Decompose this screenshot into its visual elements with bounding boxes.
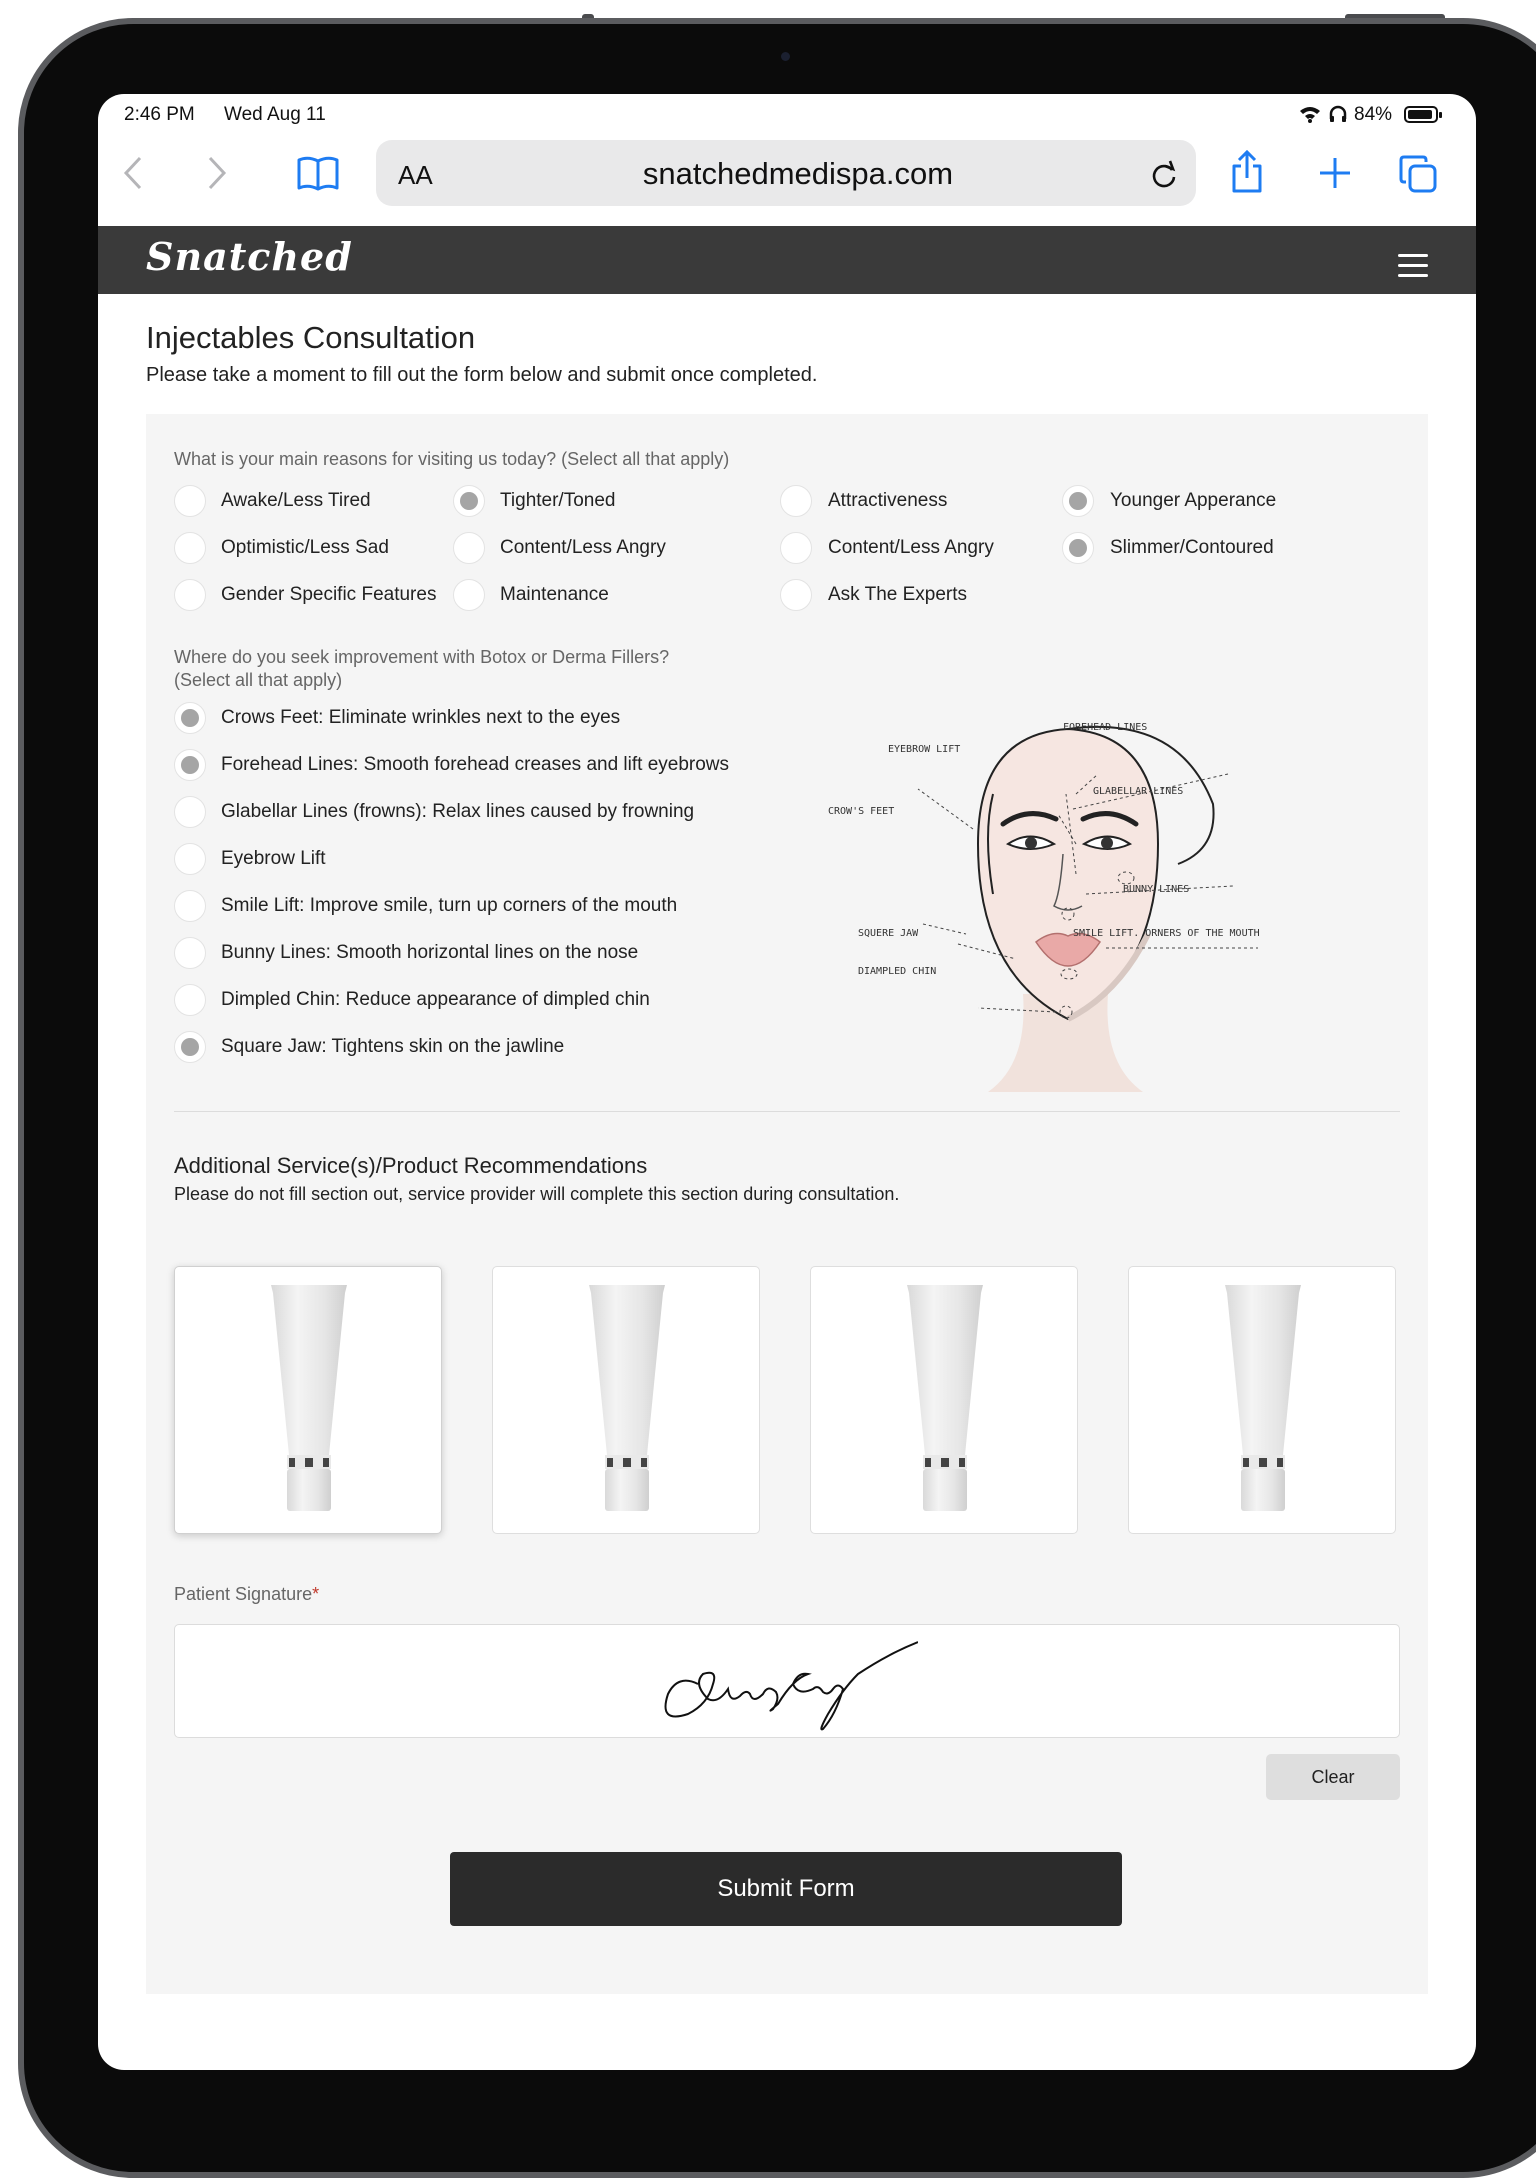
reason-label: Optimistic/Less Sad <box>221 537 389 558</box>
back-icon[interactable] <box>122 154 146 192</box>
url-text[interactable]: snatchedmedispa.com <box>598 156 998 192</box>
headphones-icon <box>1329 105 1347 122</box>
reason-radio[interactable] <box>453 485 485 517</box>
improvement-radio[interactable] <box>174 1031 206 1063</box>
improvement-label: Forehead Lines: Smooth forehead creases … <box>221 754 730 775</box>
text-size-button[interactable]: AA <box>398 160 433 191</box>
submit-form-button[interactable]: Submit Form <box>450 1852 1122 1926</box>
label-dimpled-chin: DIAMPLED CHIN <box>858 966 936 977</box>
reason-label: Maintenance <box>500 584 609 605</box>
improvement-question: Where do you seek improvement with Botox… <box>174 647 670 667</box>
site-logo[interactable]: Snatched <box>146 234 353 279</box>
reason-label: Ask The Experts <box>828 584 968 605</box>
improvement-radio[interactable] <box>174 702 206 734</box>
face-outline <box>976 727 1160 1021</box>
improvement-label: Smile Lift: Improve smile, turn up corne… <box>221 895 678 916</box>
reason-radio[interactable] <box>174 532 206 564</box>
front-camera <box>781 52 790 61</box>
product-tube-image <box>589 1285 665 1511</box>
status-date: Wed Aug 11 <box>224 104 326 125</box>
reason-label: Younger Apperance <box>1110 490 1277 511</box>
page-subtitle: Please take a moment to fill out the for… <box>146 364 818 386</box>
improvement-radio[interactable] <box>174 796 206 828</box>
label-smile-lift: SMILE LIFT. ORNERS OF THE MOUTH <box>1073 928 1260 939</box>
reason-radio[interactable] <box>174 485 206 517</box>
screen: 2:46 PM Wed Aug 11 84% AA snatchedmedisp… <box>98 94 1476 2070</box>
reason-label: Content/Less Angry <box>500 537 666 558</box>
section-divider <box>174 1111 1400 1112</box>
share-icon[interactable] <box>1230 150 1264 194</box>
hamburger-menu-icon[interactable] <box>1398 254 1428 284</box>
reason-radio[interactable] <box>780 579 812 611</box>
product-tube-image <box>271 1285 347 1511</box>
forward-icon[interactable] <box>204 154 228 192</box>
reason-radio[interactable] <box>453 579 485 611</box>
recommendations-subtitle: Please do not fill section out, service … <box>174 1184 900 1204</box>
clear-signature-button[interactable]: Clear <box>1266 1754 1400 1800</box>
page-title: Injectables Consultation <box>146 320 476 355</box>
improvement-label: Bunny Lines: Smooth horizontal lines on … <box>221 942 639 963</box>
improvement-radio[interactable] <box>174 984 206 1016</box>
reason-radio[interactable] <box>1062 532 1094 564</box>
label-glabellar-lines: GLABELLAR LINES <box>1093 786 1183 797</box>
signature-drawing <box>664 1641 918 1731</box>
improvement-radio[interactable] <box>174 937 206 969</box>
improvement-question-note: (Select all that apply) <box>174 670 343 690</box>
reason-radio[interactable] <box>780 532 812 564</box>
status-time: 2:46 PM <box>124 104 195 125</box>
label-bunny-lines: BUNNY LINES <box>1123 884 1189 895</box>
label-eyebrow-lift: EYEBROW LIFT <box>888 744 960 755</box>
improvement-radio[interactable] <box>174 890 206 922</box>
recommendations-title: Additional Service(s)/Product Recommenda… <box>174 1153 648 1178</box>
reason-radio[interactable] <box>174 579 206 611</box>
improvement-label: Glabellar Lines (frowns): Relax lines ca… <box>221 801 695 822</box>
reasons-question: What is your main reasons for visiting u… <box>174 449 730 469</box>
new-tab-icon[interactable] <box>1318 156 1352 190</box>
label-forehead-lines: FOREHEAD LINES <box>1063 722 1147 733</box>
product-card[interactable] <box>492 1266 760 1534</box>
reason-label: Awake/Less Tired <box>221 490 371 511</box>
signature-label: Patient Signature* <box>174 1584 320 1604</box>
improvement-radio[interactable] <box>174 749 206 781</box>
face-treatment-diagram: FOREHEAD LINES EYEBROW LIFT GLABELLAR LI… <box>828 722 1260 1092</box>
improvement-label: Dimpled Chin: Reduce appearance of dimpl… <box>221 989 650 1010</box>
wifi-icon <box>1300 107 1320 123</box>
product-card[interactable] <box>1128 1266 1396 1534</box>
tabs-overview-icon[interactable] <box>1398 154 1438 194</box>
label-square-jaw: SQUERE JAW <box>858 928 919 939</box>
improvement-label: Crows Feet: Eliminate wrinkles next to t… <box>221 707 621 728</box>
improvement-radio[interactable] <box>174 843 206 875</box>
improvement-label: Square Jaw: Tightens skin on the jawline <box>221 1036 565 1057</box>
required-mark: * <box>312 1584 320 1604</box>
reason-label: Tighter/Toned <box>500 490 616 511</box>
reason-radio[interactable] <box>453 532 485 564</box>
product-tube-image <box>1225 1285 1301 1511</box>
product-card[interactable] <box>174 1266 442 1534</box>
label-crows-feet: CROW'S FEET <box>828 806 894 817</box>
reason-radio[interactable] <box>1062 485 1094 517</box>
bookmarks-icon[interactable] <box>296 156 340 192</box>
reason-label: Content/Less Angry <box>828 537 994 558</box>
reason-radio[interactable] <box>780 485 812 517</box>
reason-label: Slimmer/Contoured <box>1110 537 1274 558</box>
reason-label: Gender Specific Features <box>221 584 437 605</box>
battery-percent: 84% <box>1354 104 1393 125</box>
improvement-label: Eyebrow Lift <box>221 848 326 869</box>
battery-icon <box>1404 106 1442 123</box>
reason-label: Attractiveness <box>828 490 948 511</box>
reload-icon[interactable] <box>1150 160 1178 190</box>
product-tube-image <box>907 1285 983 1511</box>
product-card[interactable] <box>810 1266 1078 1534</box>
